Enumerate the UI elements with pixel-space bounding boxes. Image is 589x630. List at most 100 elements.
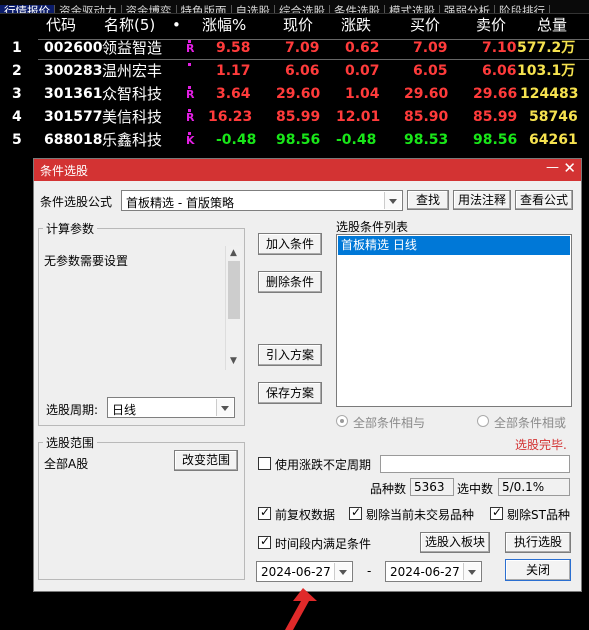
change: 12.01 xyxy=(336,109,381,125)
chevron-down-icon[interactable] xyxy=(216,399,233,416)
exclude-untraded-checkbox[interactable] xyxy=(349,505,362,520)
minimize-icon[interactable]: — xyxy=(546,160,559,175)
top-tab-bar: 行情报价 资金驱动力 资金博弈 特色版面 自选股 综合选股 条件选股 模式选股 强弱分析 阶段排行 xyxy=(0,0,589,14)
formula-label: 条件选股公式 xyxy=(40,195,113,209)
tab-fund-game[interactable]: 资金博弈 xyxy=(122,5,177,13)
list-item[interactable]: 首板精选 日线 xyxy=(338,236,570,255)
volume: 58746 xyxy=(529,109,578,125)
adjust-checkbox[interactable] xyxy=(258,505,271,520)
scroll-down-icon[interactable]: ▼ xyxy=(230,356,237,366)
formula-select[interactable]: 首板精选 - 首版策略 xyxy=(121,190,403,211)
execute-button[interactable]: 执行选股 xyxy=(505,532,571,553)
tab-fund-drive[interactable]: 资金驱动力 xyxy=(55,5,122,13)
price: 6.06 xyxy=(285,63,320,79)
quote-table-header: 代码 名称(5) • 涨幅% 现价 涨跌 买价 卖价 总量 xyxy=(0,14,589,36)
change: 0.62 xyxy=(345,40,380,56)
stock-code: 688018 xyxy=(44,132,103,148)
volume: 64261 xyxy=(529,132,578,148)
ask: 29.66 xyxy=(473,86,518,102)
change: 0.07 xyxy=(345,63,380,79)
uncertain-period-field[interactable] xyxy=(380,455,570,473)
view-formula-button[interactable]: 查看公式 xyxy=(515,190,573,210)
time-range-checkbox[interactable] xyxy=(258,534,271,549)
bid: 29.60 xyxy=(404,86,449,102)
add-condition-button[interactable]: 加入条件 xyxy=(258,233,322,255)
volume: 103.1万 xyxy=(517,63,576,79)
ask: 6.06 xyxy=(482,63,517,79)
volume: 577.2万 xyxy=(517,40,576,56)
stock-name: 乐鑫科技 xyxy=(102,131,163,149)
params-scrollbar[interactable]: ▲ ▼ xyxy=(225,246,242,370)
exclude-st-checkbox[interactable] xyxy=(490,505,503,520)
header-name[interactable]: 名称(5) xyxy=(104,14,155,36)
table-row[interactable]: 1 002600 领益智造 R 9.58 7.09 0.62 7.09 7.10… xyxy=(0,37,589,60)
radio-or[interactable] xyxy=(477,415,489,427)
stock-flag: K xyxy=(186,132,195,147)
close-icon[interactable]: ✕ xyxy=(563,159,576,177)
header-dot: • xyxy=(172,16,181,34)
selected-value: 5/0.1% xyxy=(498,478,570,496)
condition-list-label: 选股条件列表 xyxy=(336,220,409,234)
date-from-picker[interactable]: 2024-06-27 xyxy=(256,561,353,582)
tab-feature[interactable]: 特色版面 xyxy=(177,5,232,13)
find-button[interactable]: 查找 xyxy=(407,190,449,210)
stock-flag: R xyxy=(186,109,195,124)
period-select[interactable]: 日线 xyxy=(107,397,235,418)
chevron-down-icon[interactable] xyxy=(463,563,480,580)
radio-or-label: 全部条件相或 xyxy=(494,416,567,430)
table-row[interactable]: 4 301577 美信科技 R 16.23 85.99 12.01 85.90 … xyxy=(0,106,589,129)
exclude-st-label: 剔除ST品种 xyxy=(507,508,570,522)
table-row[interactable]: 3 301361 众智科技 R 3.64 29.60 1.04 29.60 29… xyxy=(0,83,589,106)
change: -0.48 xyxy=(336,132,377,148)
condition-list[interactable]: 首板精选 日线 xyxy=(336,234,572,407)
header-ask[interactable]: 卖价 xyxy=(476,14,506,36)
import-plan-button[interactable]: 引入方案 xyxy=(258,344,322,366)
stock-code: 301361 xyxy=(44,86,103,102)
price: 29.60 xyxy=(276,86,321,102)
radio-and[interactable] xyxy=(336,415,348,427)
header-bid[interactable]: 买价 xyxy=(410,14,440,36)
row-index: 5 xyxy=(12,132,22,148)
header-change-pct[interactable]: 涨幅% xyxy=(202,14,246,36)
tab-strength[interactable]: 强弱分析 xyxy=(440,5,495,13)
table-row[interactable]: 5 688018 乐鑫科技 K -0.48 98.56 -0.48 98.53 … xyxy=(0,129,589,152)
count-label: 品种数 xyxy=(370,482,407,496)
exclude-untraded-label: 剔除当前未交易品种 xyxy=(366,508,475,522)
price: 7.09 xyxy=(285,40,320,56)
save-plan-button[interactable]: 保存方案 xyxy=(258,382,322,404)
volume: 124483 xyxy=(520,86,579,102)
header-change[interactable]: 涨跌 xyxy=(341,14,371,36)
tab-watchlist[interactable]: 自选股 xyxy=(232,5,275,13)
bid: 7.09 xyxy=(413,40,448,56)
to-block-button[interactable]: 选股入板块 xyxy=(420,532,490,553)
close-button[interactable]: 关闭 xyxy=(505,559,571,581)
date-to-picker[interactable]: 2024-06-27 xyxy=(385,561,482,582)
price: 98.56 xyxy=(276,132,321,148)
tab-period-rank[interactable]: 阶段排行 xyxy=(495,5,550,13)
delete-condition-button[interactable]: 删除条件 xyxy=(258,271,322,293)
condition-pick-dialog: 条件选股 — ✕ 条件选股公式 首板精选 - 首版策略 查找 用法注释 查看公式… xyxy=(33,158,582,592)
header-price[interactable]: 现价 xyxy=(283,14,313,36)
stock-name: 美信科技 xyxy=(102,108,163,126)
tab-condition-pick[interactable]: 条件选股 xyxy=(330,5,385,13)
tab-pattern-pick[interactable]: 模式选股 xyxy=(385,5,440,13)
table-row[interactable]: 2 300283 温州宏丰 1.17 6.06 0.07 6.05 6.06 1… xyxy=(0,60,589,83)
range-value: 全部A股 xyxy=(44,457,89,471)
bid: 85.90 xyxy=(404,109,449,125)
tab-quote[interactable]: 行情报价 xyxy=(0,5,55,13)
stock-code: 300283 xyxy=(44,63,103,79)
row-index: 1 xyxy=(12,40,22,56)
header-volume[interactable]: 总量 xyxy=(537,14,567,36)
scroll-thumb[interactable] xyxy=(228,261,240,319)
dialog-title: 条件选股 xyxy=(40,164,89,178)
chevron-down-icon[interactable] xyxy=(334,563,351,580)
uncertain-period-checkbox[interactable] xyxy=(258,457,271,470)
tab-combined-pick[interactable]: 综合选股 xyxy=(275,5,330,13)
header-code[interactable]: 代码 xyxy=(46,14,76,36)
selected-label: 选中数 xyxy=(457,482,494,496)
dialog-title-bar[interactable]: 条件选股 — ✕ xyxy=(34,159,581,181)
scroll-up-icon[interactable]: ▲ xyxy=(230,248,237,258)
chevron-down-icon[interactable] xyxy=(384,192,401,209)
usage-button[interactable]: 用法注释 xyxy=(453,190,511,210)
change-range-button[interactable]: 改变范围 xyxy=(174,450,238,471)
